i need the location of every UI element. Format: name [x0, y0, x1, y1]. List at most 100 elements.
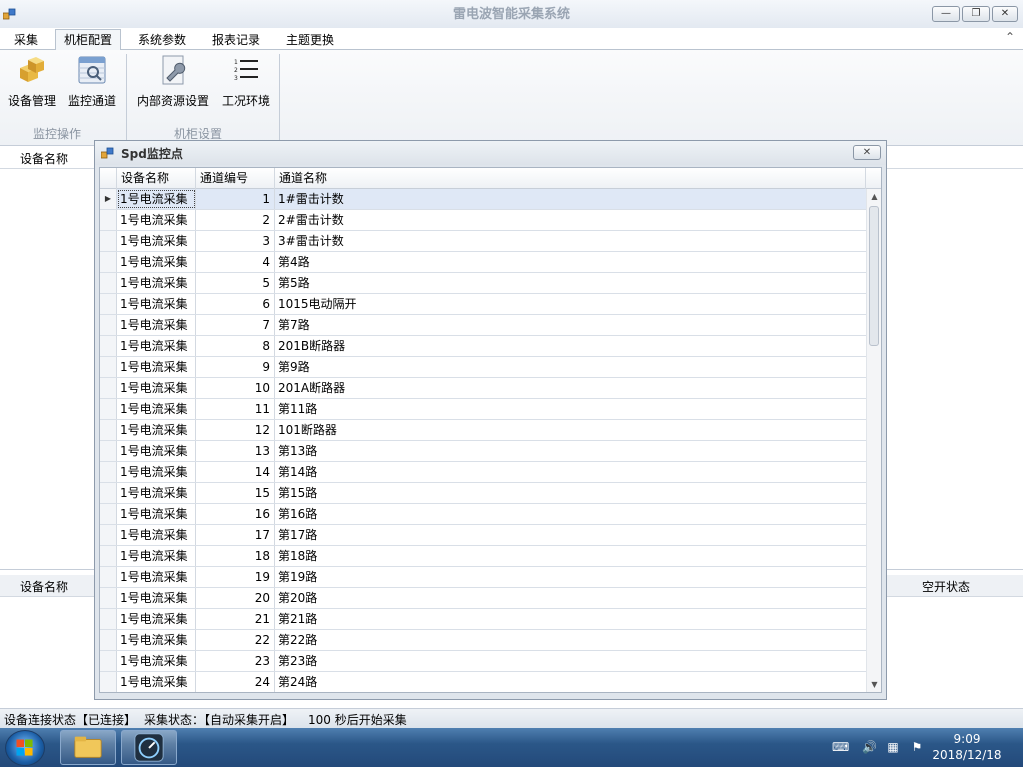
- cell-device[interactable]: 1号电流采集: [117, 567, 196, 587]
- table-row[interactable]: 1号电流采集 23 第23路: [100, 651, 866, 672]
- cell-channel-name[interactable]: 第19路: [275, 567, 865, 587]
- row-indicator[interactable]: [100, 588, 117, 608]
- table-row[interactable]: 1号电流采集 24 第24路: [100, 672, 866, 692]
- cell-channel-no[interactable]: 5: [196, 273, 275, 293]
- ribbon-collapse-icon[interactable]: ⌃: [1005, 30, 1015, 44]
- cell-channel-no[interactable]: 10: [196, 378, 275, 398]
- taskbar-app-button[interactable]: [121, 730, 177, 765]
- row-indicator[interactable]: [100, 210, 117, 230]
- restore-button[interactable]: ❐: [962, 6, 990, 22]
- table-row[interactable]: 1号电流采集 12 101断路器: [100, 420, 866, 441]
- cell-channel-no[interactable]: 17: [196, 525, 275, 545]
- row-indicator[interactable]: [100, 483, 117, 503]
- cell-device[interactable]: 1号电流采集: [117, 504, 196, 524]
- scroll-up-icon[interactable]: ▲: [867, 189, 881, 204]
- row-indicator[interactable]: [100, 336, 117, 356]
- cell-channel-no[interactable]: 8: [196, 336, 275, 356]
- table-row[interactable]: 1号电流采集 22 第22路: [100, 630, 866, 651]
- cell-channel-no[interactable]: 24: [196, 672, 275, 692]
- cell-channel-no[interactable]: 12: [196, 420, 275, 440]
- column-header-channel-no[interactable]: 通道编号: [196, 168, 275, 189]
- cell-device[interactable]: 1号电流采集: [117, 294, 196, 314]
- cell-device[interactable]: 1号电流采集: [117, 483, 196, 503]
- tab-collect[interactable]: 采集: [6, 31, 46, 50]
- cell-channel-name[interactable]: 第17路: [275, 525, 865, 545]
- cell-channel-no[interactable]: 16: [196, 504, 275, 524]
- cell-channel-name[interactable]: 第14路: [275, 462, 865, 482]
- cell-channel-name[interactable]: 第13路: [275, 441, 865, 461]
- cell-channel-no[interactable]: 18: [196, 546, 275, 566]
- cell-channel-name[interactable]: 1015电动隔开: [275, 294, 865, 314]
- volume-icon[interactable]: 🔊: [862, 740, 877, 754]
- cell-device[interactable]: 1号电流采集: [117, 630, 196, 650]
- cell-channel-no[interactable]: 7: [196, 315, 275, 335]
- row-indicator[interactable]: [100, 399, 117, 419]
- cell-device[interactable]: 1号电流采集: [117, 273, 196, 293]
- cell-channel-no[interactable]: 2: [196, 210, 275, 230]
- cell-device[interactable]: 1号电流采集: [117, 546, 196, 566]
- cell-channel-no[interactable]: 9: [196, 357, 275, 377]
- table-row[interactable]: 1号电流采集 6 1015电动隔开: [100, 294, 866, 315]
- working-environment-button[interactable]: 1 2 3 工况环境: [220, 54, 272, 110]
- cell-device[interactable]: 1号电流采集: [117, 525, 196, 545]
- cell-channel-name[interactable]: 第21路: [275, 609, 865, 629]
- scroll-thumb[interactable]: [869, 206, 879, 346]
- table-row[interactable]: 1号电流采集 11 第11路: [100, 399, 866, 420]
- row-indicator[interactable]: [100, 378, 117, 398]
- row-indicator[interactable]: [100, 462, 117, 482]
- internal-resource-settings-button[interactable]: 内部资源设置: [136, 54, 210, 110]
- cell-device[interactable]: 1号电流采集: [117, 231, 196, 251]
- table-row[interactable]: 1号电流采集 14 第14路: [100, 462, 866, 483]
- clock[interactable]: 9:09 2018/12/18: [927, 731, 1007, 763]
- cell-device[interactable]: 1号电流采集: [117, 420, 196, 440]
- cell-device[interactable]: 1号电流采集: [117, 210, 196, 230]
- cell-device[interactable]: 1号电流采集: [117, 462, 196, 482]
- keyboard-icon[interactable]: ⌨: [832, 740, 849, 754]
- cell-channel-no[interactable]: 6: [196, 294, 275, 314]
- cell-channel-no[interactable]: 15: [196, 483, 275, 503]
- cell-channel-name[interactable]: 第5路: [275, 273, 865, 293]
- table-row[interactable]: 1号电流采集 15 第15路: [100, 483, 866, 504]
- start-button[interactable]: [5, 730, 45, 766]
- row-indicator[interactable]: [100, 273, 117, 293]
- cell-channel-name[interactable]: 第24路: [275, 672, 865, 692]
- device-management-button[interactable]: 设备管理: [6, 54, 58, 110]
- row-indicator[interactable]: [100, 315, 117, 335]
- taskbar-explorer-button[interactable]: [60, 730, 116, 765]
- cell-channel-name[interactable]: 2#雷击计数: [275, 210, 865, 230]
- table-row[interactable]: 1号电流采集 3 3#雷击计数: [100, 231, 866, 252]
- table-row[interactable]: 1号电流采集 4 第4路: [100, 252, 866, 273]
- flag-icon[interactable]: ⚑: [910, 740, 924, 754]
- cell-channel-name[interactable]: 第11路: [275, 399, 865, 419]
- dialog-close-button[interactable]: ✕: [853, 145, 881, 160]
- table-row[interactable]: 1号电流采集 19 第19路: [100, 567, 866, 588]
- cell-channel-name[interactable]: 第22路: [275, 630, 865, 650]
- table-row[interactable]: 1号电流采集 8 201B断路器: [100, 336, 866, 357]
- vertical-scrollbar[interactable]: ▲ ▼: [866, 189, 881, 692]
- table-row[interactable]: ▶ 1号电流采集 1 1#雷击计数: [100, 189, 866, 210]
- table-row[interactable]: 1号电流采集 5 第5路: [100, 273, 866, 294]
- row-indicator[interactable]: [100, 231, 117, 251]
- cell-channel-no[interactable]: 22: [196, 630, 275, 650]
- cell-device[interactable]: 1号电流采集: [117, 189, 196, 209]
- row-indicator[interactable]: [100, 525, 117, 545]
- table-row[interactable]: 1号电流采集 20 第20路: [100, 588, 866, 609]
- cell-channel-name[interactable]: 第7路: [275, 315, 865, 335]
- cell-channel-name[interactable]: 第4路: [275, 252, 865, 272]
- table-row[interactable]: 1号电流采集 16 第16路: [100, 504, 866, 525]
- cell-channel-name[interactable]: 第20路: [275, 588, 865, 608]
- table-row[interactable]: 1号电流采集 10 201A断路器: [100, 378, 866, 399]
- table-row[interactable]: 1号电流采集 17 第17路: [100, 525, 866, 546]
- scroll-down-icon[interactable]: ▼: [867, 677, 881, 692]
- cell-channel-name[interactable]: 201B断路器: [275, 336, 865, 356]
- cell-device[interactable]: 1号电流采集: [117, 378, 196, 398]
- cell-device[interactable]: 1号电流采集: [117, 315, 196, 335]
- row-indicator[interactable]: [100, 357, 117, 377]
- network-icon[interactable]: ▦: [886, 740, 900, 754]
- column-header-channel-name[interactable]: 通道名称: [275, 168, 866, 189]
- tab-theme-change[interactable]: 主题更换: [278, 31, 342, 50]
- cell-device[interactable]: 1号电流采集: [117, 399, 196, 419]
- cell-device[interactable]: 1号电流采集: [117, 588, 196, 608]
- cell-device[interactable]: 1号电流采集: [117, 441, 196, 461]
- cell-channel-no[interactable]: 23: [196, 651, 275, 671]
